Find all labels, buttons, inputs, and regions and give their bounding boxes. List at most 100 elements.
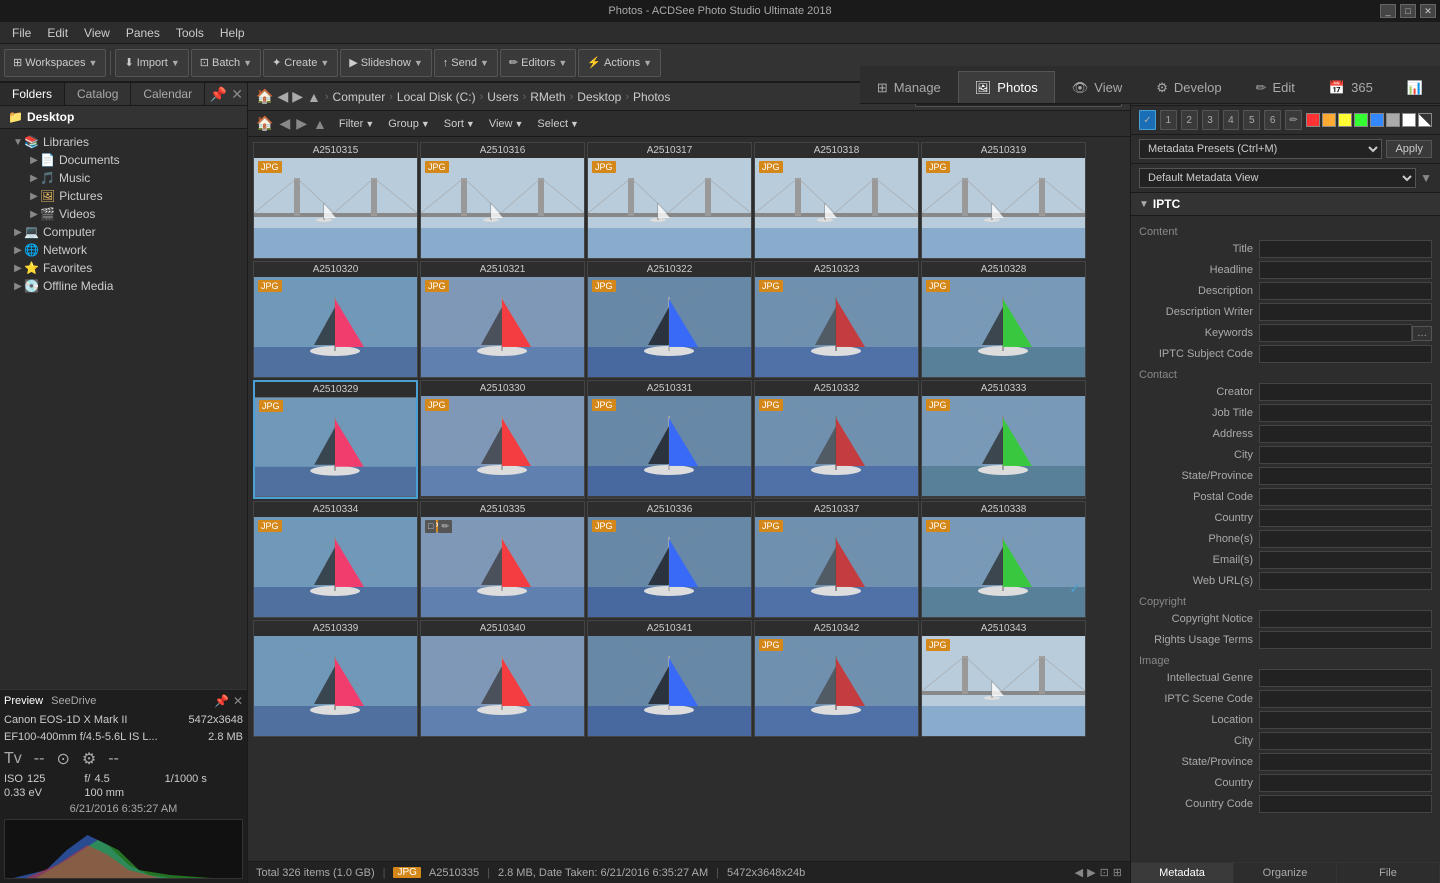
color-white[interactable] bbox=[1402, 113, 1416, 127]
nav-back-icon[interactable]: ◀ bbox=[279, 115, 290, 132]
actions-button[interactable]: ⚡ Actions ▼ bbox=[578, 49, 661, 77]
photo-cell-A2510320[interactable]: A2510320JPG bbox=[253, 261, 418, 378]
address-input[interactable] bbox=[1259, 425, 1432, 443]
view-button[interactable]: View ▼ bbox=[483, 116, 530, 132]
keywords-more-button[interactable]: … bbox=[1412, 326, 1432, 341]
tree-expand-network[interactable]: ▶ bbox=[12, 245, 24, 256]
photo-cell-A2510341[interactable]: A2510341 bbox=[587, 620, 752, 737]
close-button[interactable]: ✕ bbox=[1420, 4, 1436, 18]
photo-cell-A2510316[interactable]: A2510316JPG bbox=[420, 142, 585, 259]
country-input[interactable] bbox=[1259, 509, 1432, 527]
photo-cell-A2510321[interactable]: A2510321JPG bbox=[420, 261, 585, 378]
photo-cell-A2510342[interactable]: A2510342JPG bbox=[754, 620, 919, 737]
color-blue[interactable] bbox=[1370, 113, 1384, 127]
iptc-scene-input[interactable] bbox=[1259, 690, 1432, 708]
import-button[interactable]: ⬇ Import ▼ bbox=[115, 49, 188, 77]
preview-pin-icon[interactable]: 📌 bbox=[214, 694, 229, 708]
tree-item-libraries[interactable]: ▼ 📚 Libraries bbox=[0, 133, 247, 151]
intellectual-genre-input[interactable] bbox=[1259, 669, 1432, 687]
photo-cell-A2510331[interactable]: A2510331JPG bbox=[587, 380, 752, 499]
keywords-input[interactable] bbox=[1259, 324, 1412, 342]
photo-cell-A2510328[interactable]: A2510328JPG bbox=[921, 261, 1086, 378]
rp-btn-4[interactable]: 4 bbox=[1223, 110, 1240, 130]
email-input[interactable] bbox=[1259, 551, 1432, 569]
rp-btn-6[interactable]: 6 bbox=[1264, 110, 1281, 130]
tree-expand-favorites[interactable]: ▶ bbox=[12, 263, 24, 274]
desktop-label[interactable]: Desktop bbox=[27, 110, 74, 124]
bc-rmeth[interactable]: RMeth bbox=[530, 90, 565, 104]
country-code-input[interactable] bbox=[1259, 795, 1432, 813]
photo-cell-A2510315[interactable]: A2510315JPG bbox=[253, 142, 418, 259]
bot-tab-metadata[interactable]: Metadata bbox=[1131, 863, 1234, 883]
weburl-input[interactable] bbox=[1259, 572, 1432, 590]
tree-item-music[interactable]: ▶ 🎵 Music bbox=[0, 169, 247, 187]
rp-btn-3[interactable]: 3 bbox=[1202, 110, 1219, 130]
desc-writer-input[interactable] bbox=[1259, 303, 1432, 321]
rights-usage-input[interactable] bbox=[1259, 631, 1432, 649]
bot-tab-file[interactable]: File bbox=[1337, 863, 1440, 883]
tree-item-computer[interactable]: ▶ 💻 Computer bbox=[0, 223, 247, 241]
tree-item-offline-media[interactable]: ▶ 💽 Offline Media bbox=[0, 277, 247, 295]
color-orange[interactable] bbox=[1322, 113, 1336, 127]
menu-help[interactable]: Help bbox=[212, 24, 253, 42]
statusbar-icon-4[interactable]: ⊞ bbox=[1113, 866, 1122, 879]
photo-cell-A2510339[interactable]: A2510339 bbox=[253, 620, 418, 737]
job-title-input[interactable] bbox=[1259, 404, 1432, 422]
photo-cell-A2510335[interactable]: A2510335JPG□✏ bbox=[420, 501, 585, 618]
menu-file[interactable]: File bbox=[4, 24, 39, 42]
slideshow-button[interactable]: ▶ Slideshow ▼ bbox=[340, 49, 432, 77]
rp-btn-2[interactable]: 2 bbox=[1181, 110, 1198, 130]
panel-close-icon[interactable]: ✕ bbox=[231, 86, 243, 103]
photo-cell-A2510322[interactable]: A2510322JPG bbox=[587, 261, 752, 378]
rp-btn-1[interactable]: 1 bbox=[1160, 110, 1177, 130]
bot-tab-organize[interactable]: Organize bbox=[1234, 863, 1337, 883]
back-button[interactable]: ◀ bbox=[277, 88, 288, 105]
photo-cell-A2510318[interactable]: A2510318JPG bbox=[754, 142, 919, 259]
photo-cell-A2510343[interactable]: A2510343JPG bbox=[921, 620, 1086, 737]
location-input[interactable] bbox=[1259, 711, 1432, 729]
tab-manage[interactable]: ⊞ Manage bbox=[860, 71, 958, 103]
tab-develop[interactable]: ⚙ Develop bbox=[1139, 71, 1238, 103]
workspaces-button[interactable]: ⊞ Workspaces ▼ bbox=[4, 49, 106, 77]
tab-365[interactable]: 📅 365 bbox=[1312, 71, 1390, 103]
bc-users[interactable]: Users bbox=[487, 90, 518, 104]
image-city-input[interactable] bbox=[1259, 732, 1432, 750]
tab-seedrive[interactable]: SeeDrive bbox=[51, 695, 96, 707]
tree-item-favorites[interactable]: ▶ ⭐ Favorites bbox=[0, 259, 247, 277]
nav-forward-icon[interactable]: ▶ bbox=[296, 115, 307, 132]
preview-close-icon[interactable]: ✕ bbox=[233, 694, 243, 708]
bc-photos[interactable]: Photos bbox=[633, 90, 670, 104]
color-gray[interactable] bbox=[1386, 113, 1400, 127]
photo-cell-A2510334[interactable]: A2510334JPG bbox=[253, 501, 418, 618]
tree-item-network[interactable]: ▶ 🌐 Network bbox=[0, 241, 247, 259]
color-red[interactable] bbox=[1306, 113, 1320, 127]
forward-button[interactable]: ▶ bbox=[292, 88, 303, 105]
iptc-section-header[interactable]: ▼ IPTC bbox=[1131, 193, 1440, 216]
nav-home-icon[interactable]: 🏠 bbox=[256, 115, 273, 132]
tree-expand-computer[interactable]: ▶ bbox=[12, 227, 24, 238]
menu-edit[interactable]: Edit bbox=[39, 24, 76, 42]
tree-expand-music[interactable]: ▶ bbox=[28, 173, 40, 184]
rp-btn-5[interactable]: 5 bbox=[1243, 110, 1260, 130]
sort-button[interactable]: Sort ▼ bbox=[438, 116, 481, 132]
tree-expand-libraries[interactable]: ▼ bbox=[12, 137, 24, 148]
create-button[interactable]: ✦ Create ▼ bbox=[263, 49, 338, 77]
photo-cell-A2510338[interactable]: A2510338JPG ✓ bbox=[921, 501, 1086, 618]
photo-cell-A2510323[interactable]: A2510323JPG bbox=[754, 261, 919, 378]
menu-panes[interactable]: Panes bbox=[118, 24, 168, 42]
up-button[interactable]: ▲ bbox=[307, 89, 321, 105]
photo-cell-A2510319[interactable]: A2510319JPG bbox=[921, 142, 1086, 259]
photo-cell-A2510333[interactable]: A2510333JPG bbox=[921, 380, 1086, 499]
statusbar-icon-1[interactable]: ◀ bbox=[1075, 866, 1083, 879]
description-input[interactable] bbox=[1259, 282, 1432, 300]
image-state-input[interactable] bbox=[1259, 753, 1432, 771]
tree-item-pictures[interactable]: ▶ 🖼 Pictures bbox=[0, 187, 247, 205]
statusbar-icon-2[interactable]: ▶ bbox=[1087, 866, 1095, 879]
postal-input[interactable] bbox=[1259, 488, 1432, 506]
tab-folders[interactable]: Folders bbox=[0, 83, 65, 105]
color-none[interactable] bbox=[1418, 113, 1432, 127]
panel-pin-icon[interactable]: 📌 bbox=[210, 86, 227, 103]
editors-button[interactable]: ✏ Editors ▼ bbox=[500, 49, 576, 77]
bc-desktop[interactable]: Desktop bbox=[577, 90, 621, 104]
settings-icon[interactable]: ⚙ bbox=[82, 749, 96, 769]
